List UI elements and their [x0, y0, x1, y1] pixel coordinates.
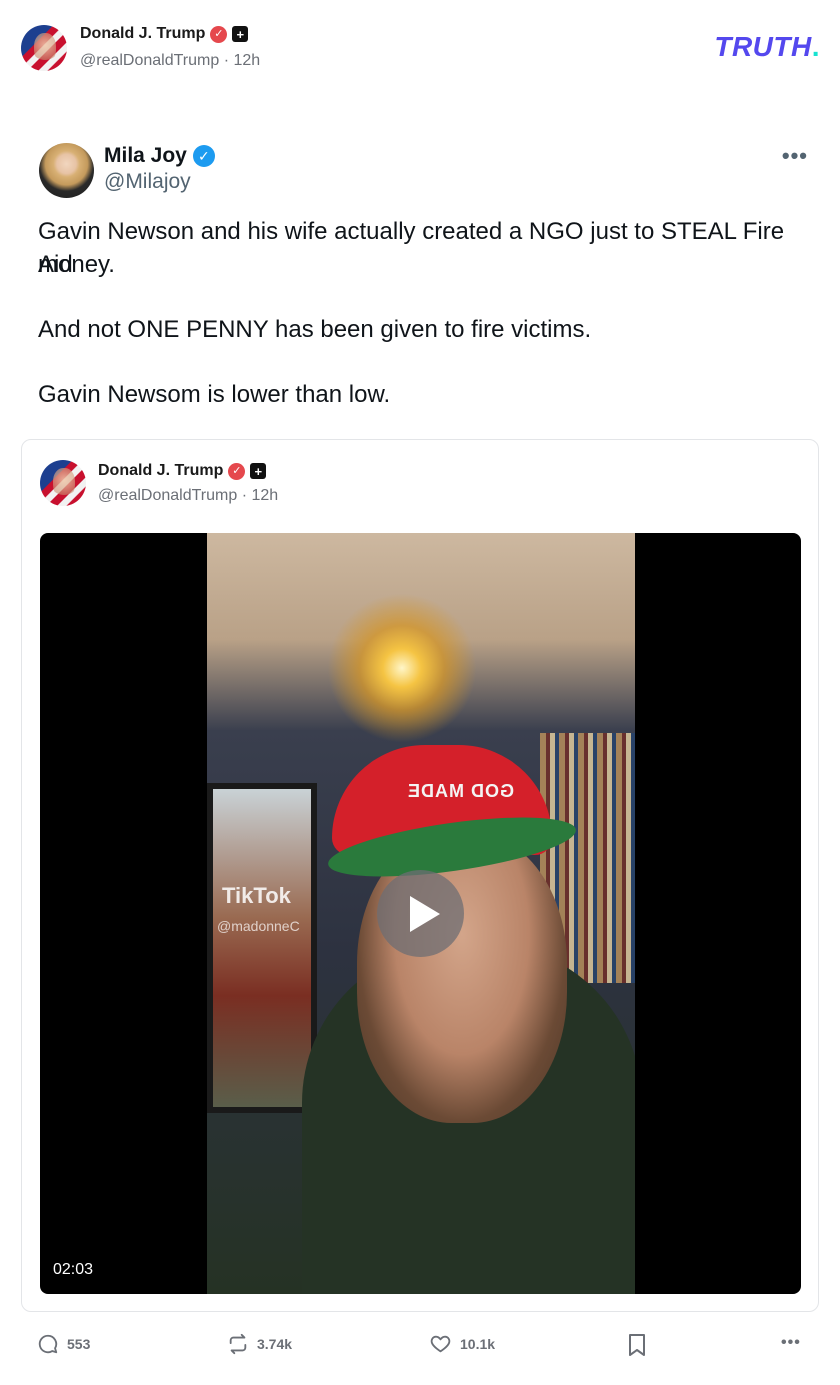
author-name-row[interactable]: Donald J. Trump ✓ +: [80, 25, 249, 43]
quoted-author-name[interactable]: Donald J. Trump: [98, 462, 223, 480]
post-text-line: And not ONE PENNY has been given to fire…: [38, 316, 592, 343]
retruth-icon: [229, 1333, 247, 1355]
author-avatar[interactable]: [21, 25, 67, 71]
more-options-icon[interactable]: •••: [782, 143, 808, 169]
heart-icon: [430, 1335, 451, 1353]
more-actions-icon[interactable]: •••: [781, 1334, 801, 1352]
post-text-line: money.: [38, 251, 115, 278]
retruth-count: 3.74k: [257, 1336, 293, 1352]
play-button[interactable]: [377, 870, 464, 957]
embedded-author-avatar[interactable]: [39, 143, 94, 198]
video-duration: 02:03: [53, 1261, 94, 1278]
embedded-author-handle[interactable]: @Milajoy: [104, 170, 191, 194]
tiktok-watermark-handle: @madonneC: [217, 918, 300, 934]
post-text-line: Gavin Newsom is lower than low.: [38, 381, 391, 408]
author-meta: @realDonaldTrump · 12h: [80, 52, 260, 70]
quoted-author-meta: @realDonaldTrump · 12h: [98, 487, 278, 505]
author-handle[interactable]: @realDonaldTrump: [80, 52, 219, 69]
blue-verified-icon: ✓: [192, 145, 215, 167]
quoted-author-name-row[interactable]: Donald J. Trump ✓ +: [98, 462, 267, 480]
post-time[interactable]: 12h: [234, 52, 261, 69]
video-player[interactable]: GOD MADE TikTok @madonneC 02:03: [40, 533, 801, 1294]
play-icon: [409, 895, 440, 932]
reply-button[interactable]: 553: [37, 1333, 90, 1355]
like-count: 10.1k: [460, 1336, 496, 1352]
logo-dot: .: [811, 31, 820, 62]
verified-badge-icon: ✓: [210, 25, 228, 43]
plus-badge-icon: +: [250, 463, 267, 479]
video-window-scene: [207, 783, 317, 1113]
quoted-truth-card[interactable]: Donald J. Trump ✓ + @realDonaldTrump · 1…: [21, 439, 819, 1312]
retruth-button[interactable]: 3.74k: [227, 1333, 292, 1355]
meta-separator: ·: [241, 487, 248, 504]
truth-social-logo[interactable]: TRUTH.: [714, 31, 820, 63]
like-button[interactable]: 10.1k: [429, 1333, 495, 1355]
embedded-author-name[interactable]: Mila Joy: [104, 144, 187, 168]
reply-icon: [38, 1334, 58, 1354]
author-name[interactable]: Donald J. Trump: [80, 25, 205, 43]
embedded-author-name-row[interactable]: Mila Joy ✓: [104, 144, 215, 168]
logo-text: TRUTH: [714, 31, 812, 62]
bookmark-button[interactable]: [627, 1333, 647, 1357]
bookmark-icon: [629, 1334, 645, 1356]
verified-badge-icon: ✓: [228, 462, 246, 480]
plus-badge-icon: +: [232, 26, 249, 42]
quoted-author-handle[interactable]: @realDonaldTrump: [98, 487, 237, 504]
video-chandelier-scene: [327, 593, 477, 743]
reply-count: 553: [67, 1336, 91, 1352]
meta-separator: ·: [223, 52, 230, 69]
quoted-author-avatar[interactable]: [40, 460, 86, 506]
quoted-post-time[interactable]: 12h: [252, 487, 279, 504]
tiktok-watermark: TikTok: [222, 883, 291, 908]
video-cap-text: GOD MADE: [407, 781, 514, 801]
